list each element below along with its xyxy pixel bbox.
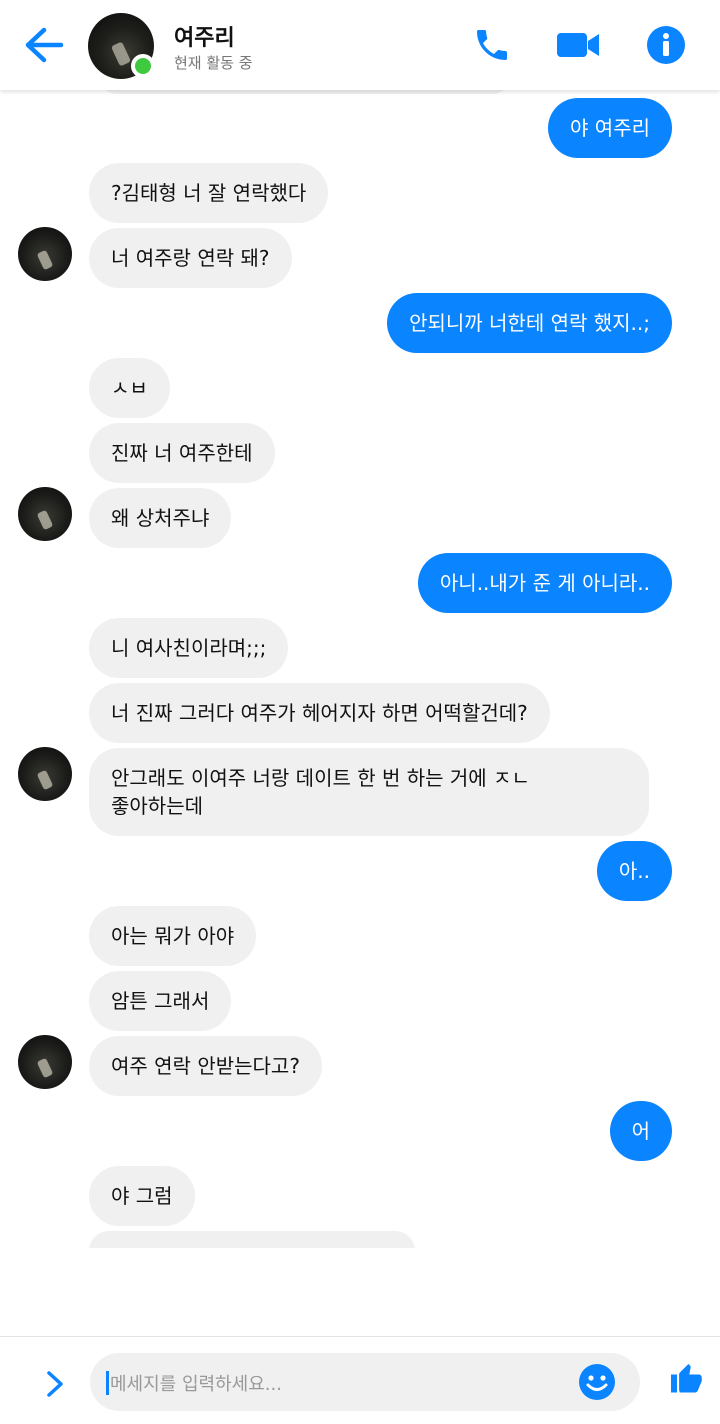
- message-bubble-incoming[interactable]: 여주 연락 안받는다고?: [89, 1036, 322, 1096]
- message-input-placeholder: 메세지를 입력하세요...: [110, 1374, 282, 1395]
- contact-name[interactable]: 여주리: [174, 20, 235, 52]
- message-bubble-outgoing[interactable]: 안되니까 너한테 연락 했지..;: [387, 293, 672, 353]
- peer-avatar[interactable]: [18, 747, 72, 801]
- chevron-right-icon: [47, 1371, 63, 1397]
- message-bubble-incoming[interactable]: 너 진짜 그러다 여주가 헤어지자 하면 어떡할건데?: [89, 683, 550, 743]
- message-bubble-outgoing[interactable]: 야 여주리: [548, 98, 672, 158]
- message-bubble-incoming[interactable]: ㅅㅂ: [89, 358, 170, 418]
- message-line: 좋아하는데: [111, 794, 203, 818]
- composer-bar: 메세지를 입력하세요...: [0, 1336, 720, 1424]
- info-button[interactable]: [642, 22, 690, 68]
- peer-avatar[interactable]: [18, 1035, 72, 1089]
- expand-actions-button[interactable]: [38, 1367, 72, 1401]
- video-camera-icon: [557, 33, 599, 57]
- video-call-button[interactable]: [554, 22, 602, 68]
- contact-avatar[interactable]: [88, 13, 155, 79]
- message-bubble-incoming[interactable]: 너 여주랑 연락 돼?: [89, 228, 292, 288]
- message-bubble-cut: [100, 90, 510, 94]
- info-icon: [647, 26, 685, 64]
- phone-icon: [477, 30, 507, 60]
- message-bubble-incoming[interactable]: 아는 뭐가 아야: [89, 906, 257, 966]
- smiley-icon: [579, 1364, 615, 1400]
- back-button[interactable]: [20, 22, 68, 68]
- peer-avatar[interactable]: [18, 227, 72, 281]
- peer-avatar[interactable]: [18, 487, 72, 541]
- call-button[interactable]: [468, 22, 516, 68]
- message-bubble-cut: [89, 1231, 415, 1248]
- message-bubble-incoming[interactable]: 왜 상처주냐: [89, 488, 232, 548]
- like-button[interactable]: [668, 1361, 708, 1401]
- message-bubble-incoming[interactable]: 야 그럼: [89, 1166, 195, 1226]
- back-arrow-icon: [25, 27, 64, 63]
- message-bubble-incoming[interactable]: ?김태형 너 잘 연락했다: [89, 163, 329, 223]
- message-line: 안그래도 이여주 너랑 데이트 한 번 하는 거에 ㅈㄴ: [111, 766, 530, 790]
- emoji-button[interactable]: [578, 1363, 616, 1401]
- contact-status: 현재 활동 중: [174, 54, 253, 72]
- message-list[interactable]: 야 여주리 ?김태형 너 잘 연락했다 너 여주랑 연락 돼? 안되니까 너한테…: [0, 90, 720, 1248]
- message-bubble-outgoing[interactable]: 어: [609, 1101, 672, 1161]
- chat-header: 여주리 현재 활동 중: [0, 0, 720, 90]
- thumbs-up-icon: [671, 1364, 702, 1393]
- message-bubble-outgoing[interactable]: 아..: [596, 841, 672, 901]
- message-input[interactable]: 메세지를 입력하세요...: [90, 1353, 640, 1411]
- online-status-dot: [131, 54, 155, 78]
- message-bubble-incoming[interactable]: 안그래도 이여주 너랑 데이트 한 번 하는 거에 ㅈㄴ 좋아하는데: [89, 748, 649, 836]
- text-caret: [106, 1371, 109, 1395]
- message-bubble-outgoing[interactable]: 아니..내가 준 게 아니라..: [417, 553, 672, 613]
- message-bubble-incoming[interactable]: 진짜 너 여주한테: [89, 423, 275, 483]
- message-bubble-incoming[interactable]: 암튼 그래서: [89, 971, 232, 1031]
- message-bubble-incoming[interactable]: 니 여사친이라며;;;: [89, 618, 289, 678]
